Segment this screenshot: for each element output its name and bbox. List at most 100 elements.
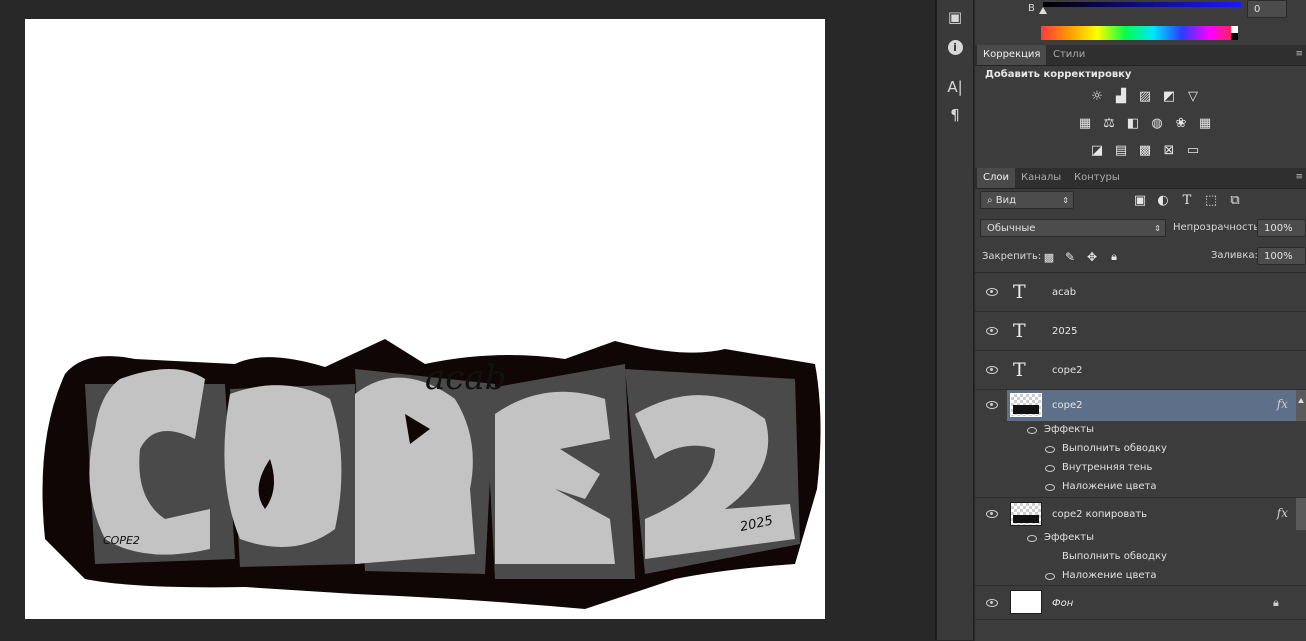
lock-brush-icon[interactable]: ✎ [1062, 249, 1078, 265]
effect-stroke[interactable]: Выполнить обводку [1062, 443, 1167, 454]
filter-pixel-icon[interactable]: ▣ [1132, 192, 1148, 208]
layers-panel-menu-icon[interactable]: ≡ [1295, 172, 1303, 182]
white-swatch[interactable] [1231, 26, 1238, 33]
layer-thumbnail [1010, 393, 1042, 417]
tab-adjustments[interactable]: Коррекция [977, 45, 1047, 65]
posterize-icon[interactable]: ▤ [1113, 142, 1129, 158]
color-lookup-icon[interactable]: ▦ [1197, 115, 1213, 131]
layer-filter-select[interactable]: ⌕ Вид ⇕ [980, 191, 1074, 209]
svg-text:acab: acab [425, 358, 506, 398]
properties-icon[interactable]: ▣ [943, 6, 967, 28]
character-icon[interactable]: A| [943, 76, 967, 98]
effect-color-overlay[interactable]: Наложение цвета [1062, 570, 1157, 581]
scrollbar-track[interactable] [1296, 390, 1306, 421]
visibility-eye-icon[interactable] [986, 510, 998, 518]
panel-dock-strip: ▣ i A| ¶ [937, 0, 974, 640]
black-white-icon[interactable]: ◧ [1125, 115, 1141, 131]
effects-label: Эффекты [1044, 532, 1094, 543]
effect-eye-icon[interactable] [1045, 465, 1055, 472]
effects-eye-icon[interactable] [1027, 535, 1037, 542]
effect-inner-shadow[interactable]: Внутренняя тень [1062, 462, 1152, 473]
tab-layers[interactable]: Слои [977, 168, 1015, 188]
levels-icon[interactable]: ▟ [1113, 88, 1129, 104]
layer-row-acab[interactable]: T acab [975, 273, 1306, 312]
graffiti-artwork: acab COPE2 2025 [42, 339, 821, 609]
svg-text:COPE2: COPE2 [103, 534, 140, 547]
lock-transparency-icon[interactable]: ▩ [1041, 249, 1057, 265]
scroll-up-icon[interactable] [1298, 398, 1304, 403]
layer-row-2025[interactable]: T 2025 [975, 312, 1306, 351]
fx-icon[interactable]: fx [1277, 506, 1288, 520]
tab-channels[interactable]: Каналы [1015, 168, 1067, 188]
panel-menu-icon[interactable]: ≡ [1295, 49, 1303, 59]
threshold-icon[interactable]: ▩ [1137, 142, 1153, 158]
visibility-eye-icon[interactable] [986, 599, 998, 607]
channel-mixer-icon[interactable]: ❀ [1173, 115, 1189, 131]
fill-input[interactable]: 100% [1257, 247, 1306, 265]
adjustments-heading: Добавить корректировку [985, 69, 1132, 80]
layer-name: cope2 [1052, 365, 1083, 376]
visibility-eye-icon[interactable] [986, 401, 998, 409]
filter-smart-object-icon[interactable]: ⧉ [1227, 192, 1243, 208]
photo-filter-icon[interactable]: ◍ [1149, 115, 1165, 131]
color-spectrum-ramp[interactable] [1041, 26, 1238, 40]
visibility-eye-icon[interactable] [986, 288, 998, 296]
layer-name: acab [1052, 287, 1077, 298]
blend-mode-select[interactable]: Обычные ⇕ [980, 219, 1166, 237]
layer-name: Фон [1052, 598, 1074, 609]
blue-channel-label: B [1028, 3, 1035, 14]
effect-eye-icon[interactable] [1045, 484, 1055, 491]
opacity-input[interactable]: 100% [1257, 219, 1306, 237]
tab-styles[interactable]: Стили [1047, 45, 1091, 65]
text-layer-icon: T [1013, 281, 1026, 303]
invert-icon[interactable]: ◪ [1089, 142, 1105, 158]
layer-row-background[interactable]: Фон 🔒︎ [975, 586, 1306, 620]
visibility-eye-icon[interactable] [986, 366, 998, 374]
layer-thumbnail [1010, 502, 1042, 526]
effect-eye-icon[interactable] [1045, 446, 1055, 453]
filter-adjustment-icon[interactable]: ◐ [1155, 192, 1171, 208]
gradient-map-icon[interactable]: ▭ [1185, 142, 1201, 158]
lock-move-icon[interactable]: ✥ [1084, 249, 1100, 265]
layer-row-cope2-copy[interactable]: cope2 копировать fx Эффекты Выполнить об… [975, 498, 1306, 586]
layer-name: cope2 копировать [1052, 509, 1148, 520]
document-canvas[interactable]: acab COPE2 2025 [25, 19, 825, 619]
effects-label: Эффекты [1044, 424, 1094, 435]
info-icon[interactable]: i [943, 36, 967, 58]
exposure-icon[interactable]: ◩ [1161, 88, 1177, 104]
layer-name: cope2 [1052, 400, 1083, 411]
right-panels: B 0 Коррекция Стили ≡ Добавить корректир… [975, 0, 1306, 641]
visibility-eye-icon[interactable] [986, 327, 998, 335]
layer-row-cope2-selected[interactable]: cope2 fx Эффекты Выполнить обводку Внутр… [975, 390, 1306, 498]
opacity-label: Непрозрачность: [1173, 222, 1263, 233]
blue-channel-slider[interactable] [1043, 2, 1241, 7]
lock-all-icon[interactable]: 🔒︎ [1106, 249, 1122, 265]
fill-label: Заливка: [1211, 250, 1258, 261]
vibrance-icon[interactable]: ▽ [1185, 88, 1201, 104]
effect-eye-icon[interactable] [1045, 573, 1055, 580]
color-balance-icon[interactable]: ⚖ [1101, 115, 1117, 131]
tab-paths[interactable]: Контуры [1068, 168, 1126, 188]
blue-channel-value[interactable]: 0 [1247, 0, 1287, 18]
layer-filter-value: Вид [995, 195, 1017, 206]
black-swatch[interactable] [1231, 33, 1238, 40]
effect-stroke[interactable]: Выполнить обводку [1062, 551, 1167, 562]
curves-icon[interactable]: ▨ [1137, 88, 1153, 104]
effect-color-overlay[interactable]: Наложение цвета [1062, 481, 1157, 492]
hue-saturation-icon[interactable]: ▦ [1077, 115, 1093, 131]
paragraph-icon[interactable]: ¶ [943, 104, 967, 126]
effects-eye-icon[interactable] [1027, 427, 1037, 434]
slider-handle-icon[interactable] [1039, 7, 1047, 14]
selective-color-icon[interactable]: ⊠ [1161, 142, 1177, 158]
text-layer-icon: T [1013, 359, 1026, 381]
layer-row-cope2-text[interactable]: T cope2 [975, 351, 1306, 390]
blend-mode-value: Обычные [987, 223, 1036, 234]
lock-label: Закрепить: [982, 251, 1042, 262]
scrollbar-thumb[interactable] [1296, 498, 1306, 530]
adjustments-tabbar: Коррекция Стили ≡ [975, 45, 1306, 66]
chevron-updown-icon: ⇕ [1154, 224, 1161, 233]
filter-shape-icon[interactable]: ⬚ [1203, 192, 1219, 208]
fx-icon[interactable]: fx [1277, 397, 1288, 411]
brightness-icon[interactable]: ☼ [1089, 88, 1105, 104]
filter-type-icon[interactable]: T [1179, 192, 1195, 208]
